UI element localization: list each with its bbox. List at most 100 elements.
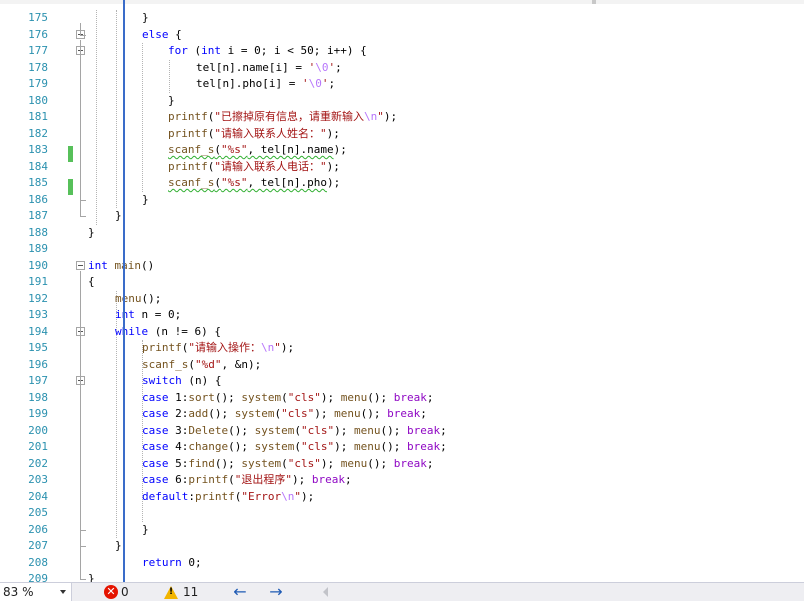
line-number: 197 — [28, 374, 48, 387]
code-token: ( — [281, 390, 288, 404]
code-token: n = 0; — [134, 308, 182, 321]
collapse-icon[interactable] — [76, 260, 85, 270]
code-line: tel[n].pho[i] = '\0'; — [196, 76, 335, 93]
code-token: ); — [383, 110, 398, 123]
navigate-back-arrow-icon[interactable]: ← — [231, 583, 249, 601]
code-token: { — [168, 27, 182, 41]
code-token: ); — [326, 126, 340, 140]
code-line: menu(); — [115, 291, 161, 308]
code-token: system — [241, 390, 282, 404]
code-token: \n — [261, 341, 275, 354]
code-token: menu — [334, 407, 361, 420]
indent-guide — [142, 43, 143, 192]
code-token: "Error — [241, 489, 282, 503]
code-token: case — [142, 390, 169, 404]
code-line: case 5:find(); system("cls"); menu(); br… — [142, 456, 434, 473]
code-token: main — [114, 258, 142, 272]
navigate-forward-arrow-icon[interactable]: → — [267, 583, 285, 601]
top-scroll-marker-bar — [0, 0, 804, 4]
code-line: } — [142, 522, 149, 539]
code-line: scanf_s("%d", &n); — [142, 357, 261, 374]
code-token: printf — [188, 473, 229, 486]
code-token: tel[n].pho[i] = — [196, 77, 302, 90]
code-line: int main() — [88, 258, 154, 275]
code-token: "%s" — [220, 143, 248, 156]
code-token: (); — [360, 407, 388, 420]
code-token: ' — [301, 77, 309, 90]
code-token: printf — [168, 159, 208, 173]
code-token: : — [188, 489, 195, 503]
zoom-dropdown[interactable]: 83 % — [0, 583, 72, 601]
code-token: menu — [354, 440, 381, 453]
code-token: 0; — [181, 555, 202, 569]
code-token: "cls" — [301, 440, 335, 453]
line-number: 208 — [28, 555, 48, 569]
line-number: 194 — [28, 324, 48, 338]
error-count[interactable]: ✕ 0 — [104, 584, 129, 600]
code-token: ( — [228, 473, 235, 486]
code-token: break — [407, 423, 441, 437]
code-token: 6: — [168, 473, 189, 486]
line-number: 176 — [28, 27, 48, 41]
code-token: " — [274, 341, 281, 354]
code-token: printf — [168, 110, 208, 123]
code-token: Delete — [188, 423, 229, 437]
code-token: "cls" — [287, 390, 321, 404]
code-line: } — [142, 192, 149, 209]
chevron-down-icon — [60, 590, 66, 594]
code-token: ); — [292, 473, 312, 486]
code-token: } — [142, 522, 149, 536]
code-editor[interactable]: 175 176 177 178 179 180 181 182 183 184 185 186 187 1… — [0, 0, 804, 582]
code-token: , tel[n].name — [247, 143, 334, 156]
line-number-gutter: 175 176 177 178 179 180 181 182 183 184 185 186 187 1… — [0, 4, 88, 582]
code-token: (); — [214, 456, 242, 470]
code-token: , &n); — [221, 357, 262, 371]
code-token: ( — [294, 440, 301, 453]
code-token: scanf_s — [142, 357, 189, 371]
code-line: printf("请输入操作：\n"); — [142, 340, 294, 357]
code-token: \0 — [308, 77, 322, 90]
code-token: "cls" — [287, 456, 321, 470]
code-line: default:printf("Error\n"); — [142, 489, 314, 506]
code-token: ; — [420, 407, 427, 420]
line-number: 186 — [28, 192, 48, 206]
code-token: menu — [340, 456, 368, 470]
line-number: 195 — [28, 341, 48, 354]
code-token: system — [254, 440, 295, 453]
code-token: tel[n].name[i] = — [196, 60, 309, 74]
code-token: break — [387, 407, 421, 420]
code-token: { — [88, 275, 95, 288]
code-token: (); — [367, 456, 394, 470]
code-line: case 3:Delete(); system("cls"); menu(); … — [142, 423, 447, 440]
code-token: ); — [334, 423, 354, 437]
code-token: printf — [142, 341, 182, 354]
code-token: return — [142, 555, 182, 569]
code-token: } — [115, 209, 122, 222]
code-token: (); — [380, 423, 407, 437]
code-token: system — [241, 456, 282, 470]
code-token: change — [188, 440, 229, 453]
line-number: 181 — [28, 110, 48, 123]
code-token: add — [188, 407, 209, 420]
column-guide-line — [123, 0, 125, 582]
warning-count[interactable]: 11 — [164, 584, 198, 600]
code-token: "%d" — [194, 357, 222, 371]
scroll-left-arrow-icon[interactable] — [323, 587, 328, 597]
code-token: ); — [326, 176, 341, 189]
fold-end-tick — [80, 216, 86, 217]
code-token: ; — [335, 60, 342, 74]
code-token: " — [294, 489, 301, 503]
fold-end-tick — [80, 34, 86, 36]
code-line: scanf_s("%s", tel[n].pho); — [168, 175, 340, 192]
line-number: 202 — [28, 456, 48, 470]
code-token: ( — [188, 357, 195, 371]
line-number: 182 — [28, 126, 48, 140]
code-token: (); — [380, 440, 407, 453]
code-token: , tel[n].pho — [247, 176, 327, 189]
code-token: (n) { — [181, 374, 222, 387]
code-token: } — [88, 572, 95, 582]
line-number: 175 — [28, 11, 48, 24]
code-token: ); — [280, 341, 295, 354]
code-token: } — [142, 11, 149, 24]
line-number: 201 — [28, 440, 48, 453]
